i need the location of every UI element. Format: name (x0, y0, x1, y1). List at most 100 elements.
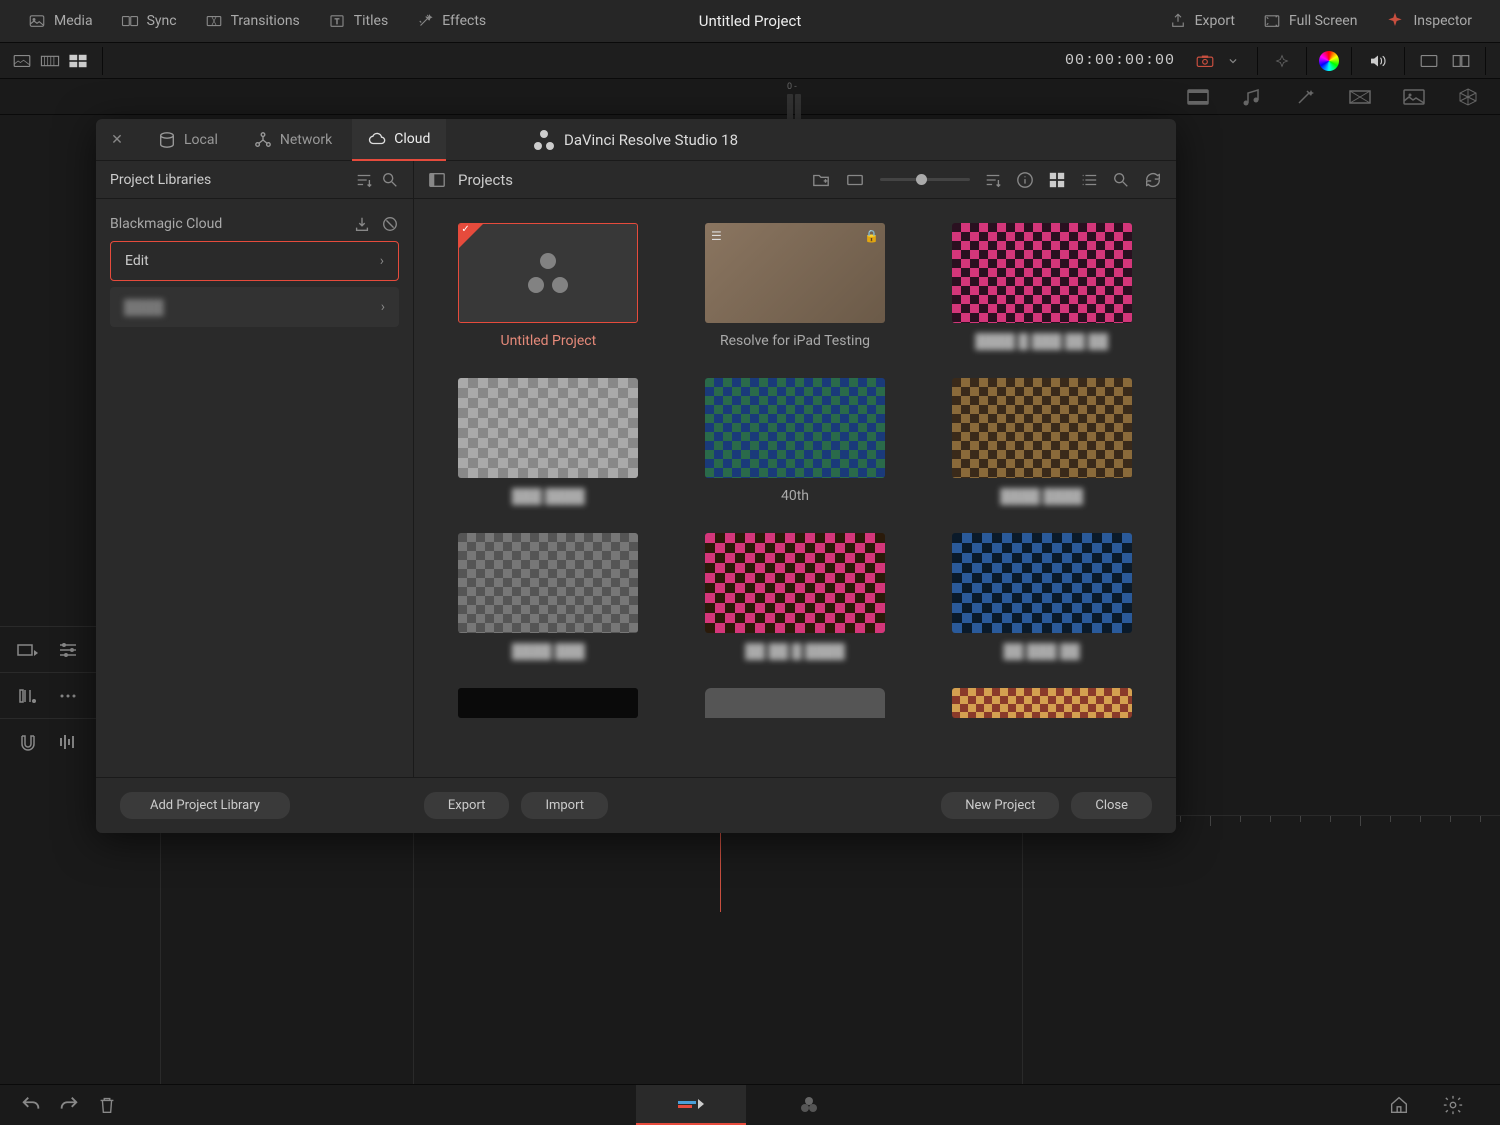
download-icon[interactable] (353, 215, 371, 233)
project-item[interactable]: 40th (697, 378, 894, 505)
video-media-icon[interactable] (1186, 87, 1210, 107)
effect-media-icon[interactable] (1294, 87, 1318, 107)
blank-project-icon (528, 253, 568, 293)
zoom-slider[interactable] (880, 178, 970, 181)
project-item[interactable]: ██ ███ ██ (943, 533, 1140, 660)
secondary-toolbar: 00:00:00:00 (0, 43, 1500, 79)
sort-icon[interactable] (355, 171, 373, 189)
list-view-icon[interactable] (1080, 171, 1098, 189)
import-project-button[interactable]: Import (521, 792, 608, 819)
search-icon[interactable] (381, 171, 399, 189)
library-item[interactable]: ████ › (110, 287, 399, 327)
magnet-tool-icon[interactable] (16, 732, 40, 752)
add-library-button[interactable]: Add Project Library (120, 792, 290, 819)
view-media-icon[interactable] (10, 52, 34, 70)
dots-tool-icon[interactable] (56, 686, 80, 706)
colorwheel-icon[interactable] (1319, 51, 1339, 71)
audio-tool-icon[interactable] (56, 732, 80, 752)
export-icon (1169, 12, 1187, 30)
info-icon[interactable] (1016, 171, 1034, 189)
view-thumbnail-icon[interactable] (66, 52, 90, 70)
panel-toggle-icon[interactable] (428, 171, 446, 189)
disconnect-icon[interactable] (381, 215, 399, 233)
project-item[interactable]: Untitled Project (450, 223, 647, 350)
aspect-icon[interactable] (844, 171, 866, 189)
project-item[interactable] (697, 688, 894, 718)
library-item-edit[interactable]: Edit › (110, 241, 399, 281)
projects-header: Projects (458, 171, 513, 189)
fullscreen-button[interactable]: Full Screen (1251, 6, 1369, 36)
timecode-display[interactable]: 00:00:00:00 (1065, 52, 1175, 69)
split-icon[interactable] (1449, 52, 1473, 70)
project-item[interactable]: ██ ██ █ ████ (697, 533, 894, 660)
project-thumbnail (458, 533, 638, 633)
transitions-button[interactable]: Transitions (193, 6, 312, 36)
project-item[interactable]: ████ ████ (943, 378, 1140, 505)
camera-dropdown-icon[interactable] (1221, 52, 1245, 70)
audio-media-icon[interactable] (1240, 87, 1264, 107)
blade-tool-icon[interactable] (16, 686, 40, 706)
3d-media-icon[interactable] (1456, 87, 1480, 107)
project-item[interactable]: ███ ████ (450, 378, 647, 505)
sync-button[interactable]: Sync (109, 6, 189, 36)
trash-icon[interactable] (96, 1094, 118, 1116)
refresh-icon[interactable] (1144, 171, 1162, 189)
library-item-label: Edit (125, 253, 149, 269)
sparkle-tool-icon[interactable] (1270, 52, 1294, 70)
home-icon[interactable] (1388, 1094, 1410, 1116)
view-strip-icon[interactable] (38, 52, 62, 70)
davinci-logo-icon (534, 130, 554, 150)
redo-icon[interactable] (58, 1094, 80, 1116)
close-icon[interactable]: ✕ (106, 129, 128, 151)
color-page-tab[interactable] (754, 1085, 864, 1125)
close-modal-button[interactable]: Close (1071, 792, 1152, 819)
insert-tool-icon[interactable] (16, 640, 40, 660)
tab-network[interactable]: Network (238, 119, 348, 161)
new-project-button[interactable]: New Project (941, 792, 1059, 819)
inspector-label: Inspector (1413, 13, 1472, 29)
image-media-icon[interactable] (1402, 87, 1426, 107)
project-item[interactable] (943, 688, 1140, 718)
camera-icon[interactable] (1193, 52, 1217, 70)
sliders-tool-icon[interactable] (56, 640, 80, 660)
cloud-icon (368, 130, 386, 148)
tab-local[interactable]: Local (142, 119, 234, 161)
project-item[interactable]: ████ ███ (450, 533, 647, 660)
picture-icon[interactable] (1417, 52, 1441, 70)
export-project-button[interactable]: Export (424, 792, 510, 819)
speaker-icon[interactable] (1364, 52, 1392, 70)
inspector-button[interactable]: Inspector (1373, 5, 1484, 37)
media-icon (28, 12, 46, 30)
tab-cloud[interactable]: Cloud (352, 119, 446, 161)
color-page-icon (797, 1093, 821, 1117)
playhead[interactable] (720, 832, 721, 912)
left-tool-panel (0, 626, 96, 764)
project-name: ██ ██ █ ████ (745, 643, 845, 660)
titles-label: Titles (354, 13, 388, 29)
project-item[interactable]: ☰ 🔒 Resolve for iPad Testing (697, 223, 894, 350)
project-title: Untitled Project (699, 12, 802, 30)
notes-icon: ☰ (711, 229, 722, 243)
project-name: ██ ███ ██ (1003, 643, 1079, 660)
search-projects-icon[interactable] (1112, 171, 1130, 189)
sort-projects-icon[interactable] (984, 171, 1002, 189)
grid-view-icon[interactable] (1048, 171, 1066, 189)
project-item[interactable] (450, 688, 647, 718)
chevron-right-icon: › (381, 299, 385, 315)
undo-icon[interactable] (20, 1094, 42, 1116)
fullscreen-label: Full Screen (1289, 13, 1357, 29)
project-name: ████ █ ███ ██ ██ (975, 333, 1108, 350)
settings-icon[interactable] (1442, 1094, 1464, 1116)
chevron-right-icon: › (380, 253, 384, 269)
media-button[interactable]: Media (16, 6, 105, 36)
export-button[interactable]: Export (1157, 6, 1247, 36)
titles-button[interactable]: T Titles (316, 6, 400, 36)
new-folder-icon[interactable] (812, 171, 830, 189)
project-thumbnail: ☰ 🔒 (705, 223, 885, 323)
project-item[interactable]: ████ █ ███ ██ ██ (943, 223, 1140, 350)
svg-text:T: T (335, 17, 340, 26)
project-thumbnail (705, 378, 885, 478)
effects-button[interactable]: Effects (404, 6, 498, 36)
transition-media-icon[interactable] (1348, 87, 1372, 107)
cut-page-tab[interactable] (636, 1085, 746, 1125)
